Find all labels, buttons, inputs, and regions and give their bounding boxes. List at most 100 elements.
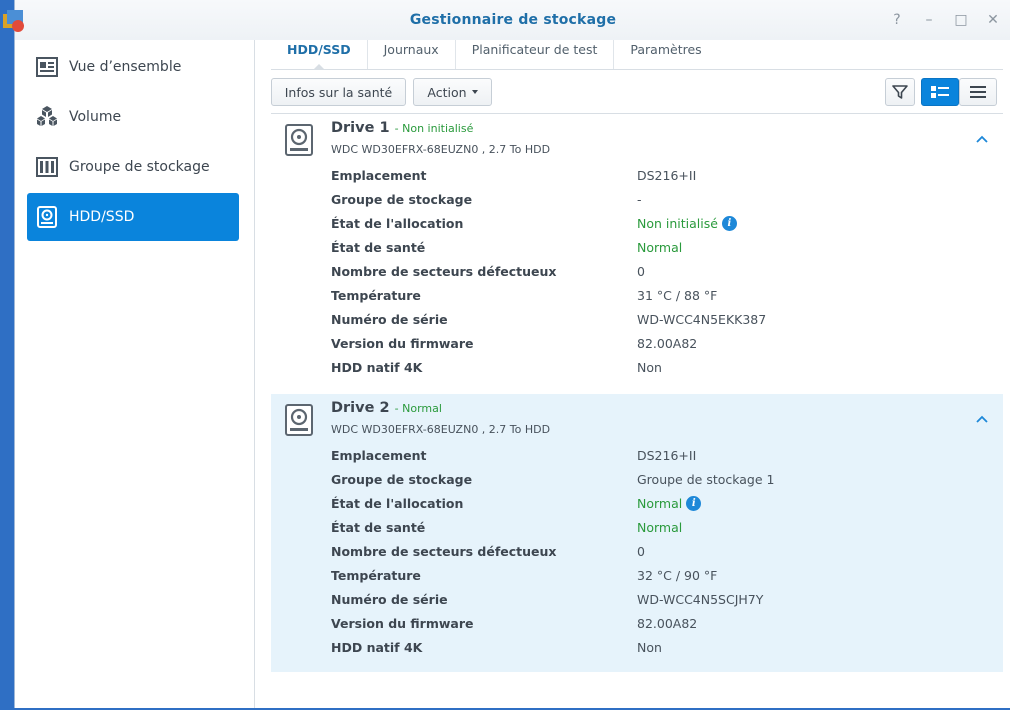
sidebar-item-label: Groupe de stockage — [69, 159, 210, 175]
caret-down-icon — [471, 90, 478, 94]
info-row: Emplacement DS216+II — [331, 448, 991, 472]
chevron-up-icon[interactable] — [975, 132, 989, 146]
volume-cubes-icon — [35, 105, 59, 129]
hdd-icon — [35, 205, 59, 229]
info-row: Version du firmware 82.00A82 — [331, 336, 991, 360]
info-row: Groupe de stockage Groupe de stockage 1 — [331, 472, 991, 496]
info-value: Normal — [637, 240, 683, 255]
drive-title: Drive 2 - Normal — [331, 400, 442, 416]
chevron-up-icon[interactable] — [975, 412, 989, 426]
window-title: Gestionnaire de stockage — [409, 12, 617, 28]
action-dropdown-button[interactable]: Action — [413, 78, 492, 106]
sidebar-item-label: Vue d’ensemble — [69, 59, 182, 75]
info-value: 82.00A82 — [637, 336, 698, 351]
info-value: DS216+II — [637, 168, 697, 183]
tab-test-scheduler[interactable]: Planificateur de test — [456, 40, 615, 69]
info-row: État de l'allocation Normal i — [331, 496, 991, 520]
disk-icon — [285, 404, 313, 436]
info-row: Température 32 °C / 90 °F — [331, 568, 991, 592]
info-key: Version du firmware — [331, 616, 474, 631]
close-icon[interactable]: ✕ — [983, 10, 1003, 30]
disk-icon — [285, 124, 313, 156]
info-key: État de l'allocation — [331, 496, 464, 511]
drive-model: WDC WD30EFRX-68EUZN0 , 2.7 To HDD — [331, 143, 551, 156]
info-key: Température — [331, 568, 421, 583]
drive-status: - Normal — [394, 402, 442, 415]
info-value: Normal i — [637, 496, 702, 511]
info-value: 0 — [637, 544, 645, 559]
info-key: État de l'allocation — [331, 216, 464, 231]
info-value: Groupe de stockage 1 — [637, 472, 775, 487]
minimize-icon[interactable]: – — [919, 10, 939, 30]
sidebar: Vue d’ensemble Volume Groupe de stockage… — [15, 40, 255, 708]
sidebar-item-volume[interactable]: Volume — [27, 93, 239, 141]
info-value: 0 — [637, 264, 645, 279]
info-value: 32 °C / 90 °F — [637, 568, 718, 583]
info-key: Nombre de secteurs défectueux — [331, 264, 557, 279]
allocation-status: Normal — [637, 496, 683, 511]
info-key: HDD natif 4K — [331, 640, 423, 655]
filter-button[interactable] — [885, 78, 915, 106]
info-row: Numéro de série WD-WCC4N5EKK387 — [331, 312, 991, 336]
info-value: Normal — [637, 520, 683, 535]
info-row: Température 31 °C / 88 °F — [331, 288, 991, 312]
sidebar-item-overview[interactable]: Vue d’ensemble — [27, 43, 239, 91]
title-bar[interactable]: Gestionnaire de stockage ? – □ ✕ — [3, 0, 1010, 40]
health-info-button[interactable]: Infos sur la santé — [271, 78, 406, 106]
storage-manager-window: Gestionnaire de stockage ? – □ ✕ Vue d’e… — [3, 0, 1010, 708]
sidebar-item-label: Volume — [69, 109, 122, 125]
info-value: WD-WCC4N5SCJH7Y — [637, 592, 764, 607]
action-label: Action — [427, 84, 467, 100]
drive-card-2[interactable]: Drive 2 - Normal WDC WD30EFRX-68EUZN0 , … — [271, 394, 1003, 672]
main-panel: HDD/SSD Journaux Planificateur de test P… — [271, 40, 1010, 708]
drive-title: Drive 1 - Non initialisé — [331, 120, 473, 136]
list-view-button[interactable] — [959, 78, 997, 106]
tab-settings[interactable]: Paramètres — [614, 40, 717, 69]
info-key: Emplacement — [331, 168, 427, 183]
drive-status: - Non initialisé — [394, 122, 474, 135]
info-key: Groupe de stockage — [331, 192, 473, 207]
info-key: Groupe de stockage — [331, 472, 473, 487]
info-icon[interactable]: i — [686, 496, 702, 511]
info-value: WD-WCC4N5EKK387 — [637, 312, 767, 327]
sidebar-item-hdd-ssd[interactable]: HDD/SSD — [27, 193, 239, 241]
info-row: État de santé Normal — [331, 520, 991, 544]
info-key: Numéro de série — [331, 592, 448, 607]
info-row: Nombre de secteurs défectueux 0 — [331, 544, 991, 568]
info-value: DS216+II — [637, 448, 697, 463]
sidebar-item-label: HDD/SSD — [69, 209, 135, 225]
info-key: Emplacement — [331, 448, 427, 463]
detail-view-icon — [931, 86, 949, 98]
info-row: HDD natif 4K Non — [331, 360, 991, 384]
storage-pool-icon — [35, 155, 59, 179]
info-key: État de santé — [331, 520, 426, 535]
info-value: - — [637, 192, 642, 207]
tab-logs[interactable]: Journaux — [368, 40, 456, 69]
info-row: État de l'allocation Non initialisé i — [331, 216, 991, 240]
info-key: HDD natif 4K — [331, 360, 423, 375]
toolbar: Infos sur la santé Action — [271, 78, 1003, 108]
help-icon[interactable]: ? — [887, 10, 907, 30]
info-value: 31 °C / 88 °F — [637, 288, 718, 303]
info-key: Numéro de série — [331, 312, 448, 327]
filter-icon — [892, 85, 908, 99]
info-key: Version du firmware — [331, 336, 474, 351]
info-key: Température — [331, 288, 421, 303]
info-row: Groupe de stockage - — [331, 192, 991, 216]
drive-name: Drive 1 — [331, 120, 390, 136]
detail-view-button[interactable] — [921, 78, 959, 106]
info-value: Non — [637, 640, 662, 655]
allocation-status: Non initialisé — [637, 216, 718, 231]
info-key: Nombre de secteurs défectueux — [331, 544, 557, 559]
info-value: Non initialisé i — [637, 216, 737, 231]
info-icon[interactable]: i — [721, 216, 737, 231]
info-row: Emplacement DS216+II — [331, 168, 991, 192]
info-row: HDD natif 4K Non — [331, 640, 991, 664]
drive-model: WDC WD30EFRX-68EUZN0 , 2.7 To HDD — [331, 423, 551, 436]
list-view-icon — [970, 86, 986, 98]
info-row: Version du firmware 82.00A82 — [331, 616, 991, 640]
sidebar-item-storage-pool[interactable]: Groupe de stockage — [27, 143, 239, 191]
tab-hdd-ssd[interactable]: HDD/SSD — [271, 40, 368, 70]
drive-card-1[interactable]: Drive 1 - Non initialisé WDC WD30EFRX-68… — [271, 114, 1003, 392]
maximize-icon[interactable]: □ — [951, 10, 971, 30]
